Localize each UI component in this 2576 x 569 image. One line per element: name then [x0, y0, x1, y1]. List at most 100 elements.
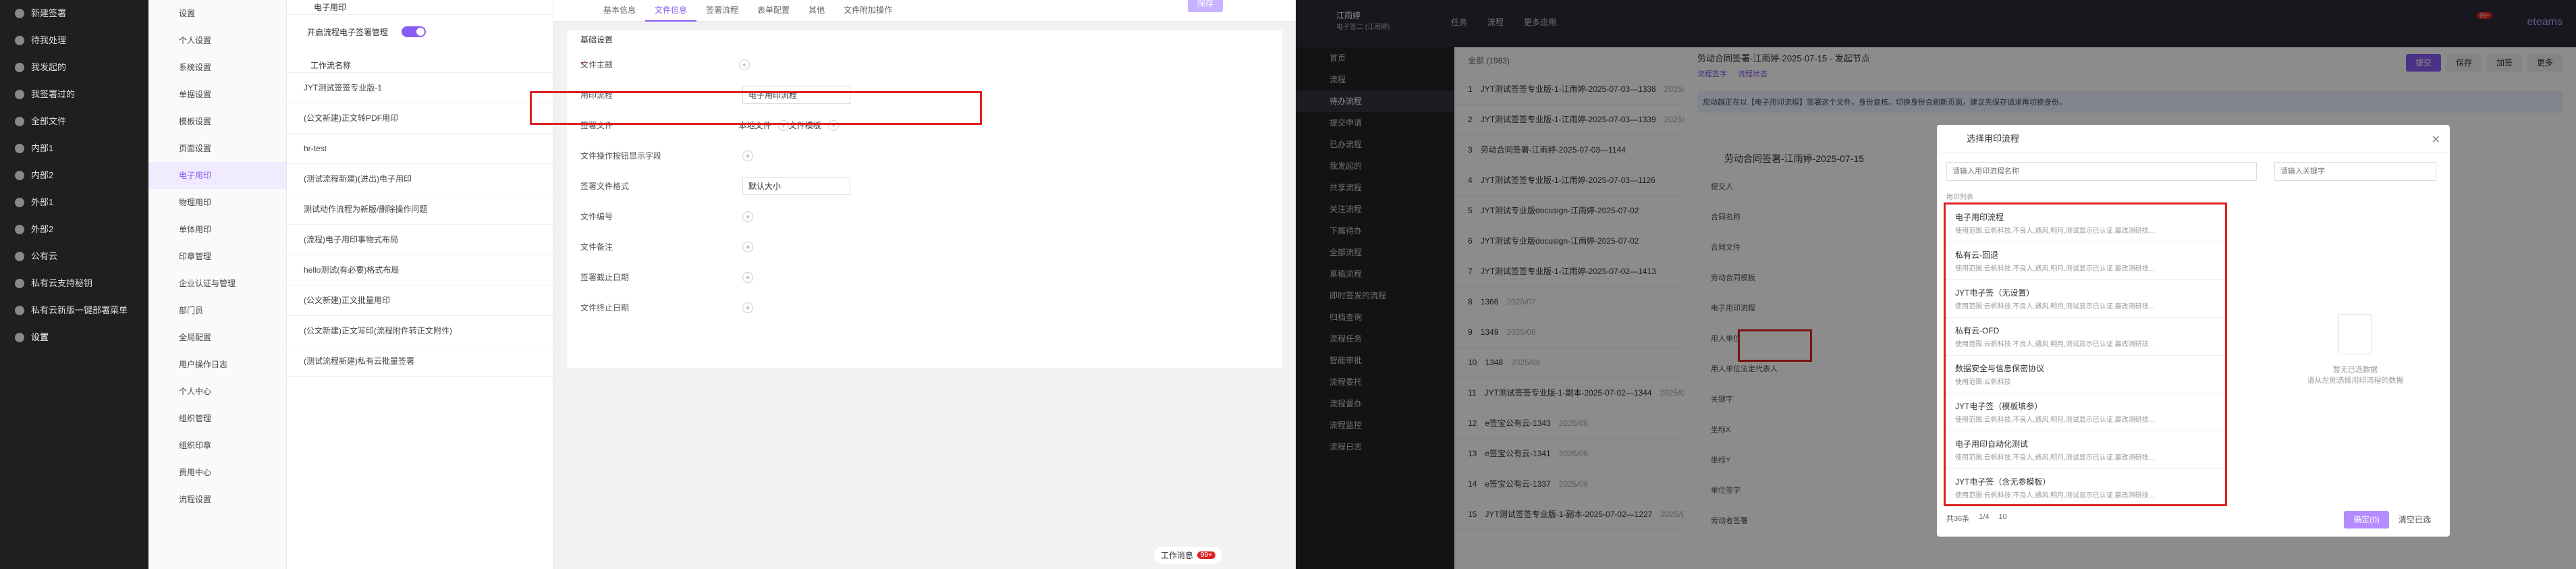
sidebar-item[interactable]: 全部文件 — [0, 108, 148, 135]
tab-2[interactable]: 签署流程 — [696, 0, 748, 20]
flow-option-desc: 使用范围:云帆科技,不良人,通风,明月,测试显示已认证,篡改测研技有限公司,深篮… — [1955, 416, 2158, 424]
submenu-item[interactable]: 全局配置 — [148, 324, 286, 351]
field-label: 签署截止日期 — [580, 273, 630, 282]
settings-panel: 基本信息 文件信息 签署流程 表单配置 其他 文件附加操作 保存 基础设置 文件主题 * + 用… — [530, 0, 1296, 569]
work-message-label: 工作消息 — [1161, 551, 1194, 560]
submenu-item[interactable]: 电子用印 — [148, 162, 286, 189]
nav-icon — [15, 171, 24, 180]
submenu-item[interactable]: 部门员 — [148, 297, 286, 324]
sidebar-item[interactable]: 外部2 — [0, 216, 148, 243]
submenu-item[interactable]: 系统设置 — [148, 54, 286, 81]
toggle-switch[interactable] — [402, 26, 427, 37]
nav-icon — [15, 198, 24, 207]
flow-option[interactable]: JYT电子签（无设置） 使用范围:云帆科技,不良人,通风,明月,测试显示已认证,篡… — [1946, 280, 2225, 318]
submenu-item[interactable]: 单据设置 — [148, 81, 286, 108]
add-button[interactable]: + — [742, 241, 753, 252]
table-row[interactable]: (公文新建)正文写印(流程附件转正文附件) — [287, 316, 553, 346]
sidebar-item[interactable]: 我发起的 — [0, 54, 148, 81]
list-section: 用印列表 — [1946, 194, 1973, 201]
tab-5[interactable]: 文件附加操作 — [834, 0, 902, 20]
settings-card: 基础设置 文件主题 * + 用印流程 电子用印流程 签署文件 * 本地文件 + 文件模板 + 文件操作… — [567, 30, 1282, 368]
flow-option[interactable]: JYT电子签（模板填参） 使用范围:云帆科技,不良人,通风,明月,测试显示已认证,… — [1946, 394, 2225, 431]
submenu-item[interactable]: 模板设置 — [148, 108, 286, 135]
add-button[interactable]: + — [742, 150, 753, 161]
flow-option-title: 私有云-OFD — [1955, 326, 2000, 335]
add-button[interactable]: + — [738, 59, 750, 70]
sidebar-item[interactable]: 内部2 — [0, 162, 148, 189]
submenu-item[interactable]: 物理用印 — [148, 189, 286, 216]
table-row[interactable]: (公文新建)正文转PDF用印 — [287, 103, 553, 134]
empty-doc-icon — [2338, 314, 2372, 354]
breadcrumb: 电子用印 — [287, 0, 553, 15]
clear-button[interactable]: 清空已选 — [2389, 511, 2440, 529]
nav-icon — [15, 117, 24, 126]
flow-search-input[interactable] — [1946, 162, 2257, 181]
sidebar-item[interactable]: 新建签署 — [0, 0, 148, 27]
submenu-item[interactable]: 个人中心 — [148, 378, 286, 405]
tab-1[interactable]: 文件信息 — [645, 0, 697, 22]
field-value[interactable]: 默认大小 — [742, 177, 850, 195]
form-row: 文件终止日期 + — [567, 292, 1282, 323]
flow-option-title: JYT电子签（无设置） — [1955, 288, 2035, 298]
flow-option-desc: 使用范围:云帆科技,不良人,通风,明月,测试显示已认证,篡改测研技有限公司,深篮… — [1955, 227, 2158, 235]
submenu-item[interactable]: 页面设置 — [148, 135, 286, 162]
form-row: 文件操作按钮显示字段 + — [567, 140, 1282, 171]
table-row[interactable]: hello测试(有必要)格式布局 — [287, 255, 553, 286]
sidebar-item[interactable]: 私有云支持秘钥 — [0, 270, 148, 297]
pagination: 共36条 1/4 10 — [1946, 513, 2007, 524]
form-row: 签署文件格式 默认大小 — [567, 171, 1282, 201]
sidebar-item[interactable]: 待我处理 — [0, 27, 148, 54]
sidebar-item[interactable]: 外部1 — [0, 189, 148, 216]
add-button[interactable]: + — [742, 211, 753, 222]
submenu-item[interactable]: 印章管理 — [148, 243, 286, 270]
confirm-button[interactable]: 确定(0) — [2344, 511, 2389, 529]
field-label: 文件编号 — [580, 212, 613, 221]
table-row[interactable]: (流程)电子用印事物式布局 — [287, 225, 553, 255]
table-row[interactable]: (测试流程新建)(进出)电子用印 — [287, 164, 553, 194]
submenu-item[interactable]: 用户操作日志 — [148, 351, 286, 378]
flow-option[interactable]: 电子用印流程 使用范围:云帆科技,不良人,通风,明月,测试显示已认证,篡改测研技有… — [1946, 205, 2225, 242]
table-row[interactable]: 测试动作流程为新版/删除操作问题 — [287, 194, 553, 225]
sidebar-item[interactable]: 内部1 — [0, 135, 148, 162]
sidebar-item-label: 内部1 — [31, 143, 54, 153]
add-button[interactable]: + — [742, 271, 753, 283]
sidebar-item-label: 全部文件 — [31, 116, 67, 126]
submenu-item[interactable]: 费用中心 — [148, 459, 286, 486]
selected-search-input[interactable] — [2274, 162, 2436, 181]
table-row[interactable]: (测试流程新建)私有云批量签署 — [287, 346, 553, 377]
flow-option[interactable]: 数据安全与信息保密协议 使用范围:云帆科技 — [1946, 356, 2225, 394]
submenu-item[interactable]: 个人设置 — [148, 27, 286, 54]
sidebar-item-label: 外部1 — [31, 197, 54, 207]
submenu-item[interactable]: 组织印章 — [148, 432, 286, 459]
submenu-item[interactable]: 流程设置 — [148, 486, 286, 513]
close-icon[interactable]: ✕ — [2432, 133, 2440, 146]
tab-0[interactable]: 基本信息 — [594, 0, 645, 20]
tab-4[interactable]: 其他 — [799, 0, 834, 20]
submenu-item[interactable]: 组织管理 — [148, 405, 286, 432]
page-size[interactable]: 10 — [1999, 513, 2007, 524]
save-button[interactable]: 保存 — [1188, 0, 1224, 12]
submenu-item[interactable]: 设置 — [148, 0, 286, 27]
settings-tabbar: 基本信息 文件信息 签署流程 表单配置 其他 文件附加操作 — [553, 0, 1296, 22]
page-indicator[interactable]: 1/4 — [1979, 513, 1989, 524]
submenu-item[interactable]: 企业认证与管理 — [148, 270, 286, 297]
work-message[interactable]: 工作消息 99+ — [1154, 547, 1222, 564]
add-button[interactable]: + — [742, 302, 753, 313]
table-row[interactable]: hr-test — [287, 134, 553, 164]
tab-3[interactable]: 表单配置 — [748, 0, 799, 20]
submenu-item[interactable]: 单体用印 — [148, 216, 286, 243]
sidebar-item[interactable]: 私有云新版一键部署菜单 — [0, 297, 148, 324]
sidebar-item[interactable]: 公有云 — [0, 243, 148, 270]
table-row[interactable]: (公文新建)正文批量用印 — [287, 286, 553, 316]
form-row: 文件备注 + — [567, 232, 1282, 262]
table-row[interactable]: JYT测试签签专业版-1 — [287, 73, 553, 103]
settings-submenu: 设置 个人设置 系统设置 单据设置 模板设置 页面设置 电子用印 物理用印 单体用印 印章管理 企业… — [148, 0, 287, 569]
flow-option[interactable]: 私有云-回退 使用范围:云帆科技,不良人,通风,明月,测试显示已认证,篡改测研技有… — [1946, 242, 2225, 280]
sidebar-item[interactable]: 设置 — [0, 324, 148, 351]
flow-option-title: 电子用印自动化测试 — [1955, 439, 2029, 449]
flow-option[interactable]: 私有云-OFD 使用范围:云帆科技,不良人,通风,明月,测试显示已认证,篡改测研技… — [1946, 318, 2225, 356]
sidebar-item-label: 新建签署 — [31, 8, 67, 18]
flow-option[interactable]: 电子用印自动化测试 使用范围:云帆科技,不良人,通风,明月,测试显示已认证,篡改测… — [1946, 431, 2225, 469]
sidebar-item[interactable]: 我签署过的 — [0, 81, 148, 108]
flow-option[interactable]: JYT电子签（含无参模板） 使用范围:云帆科技,不良人,通风,明月,测试显示已认证… — [1946, 469, 2225, 504]
